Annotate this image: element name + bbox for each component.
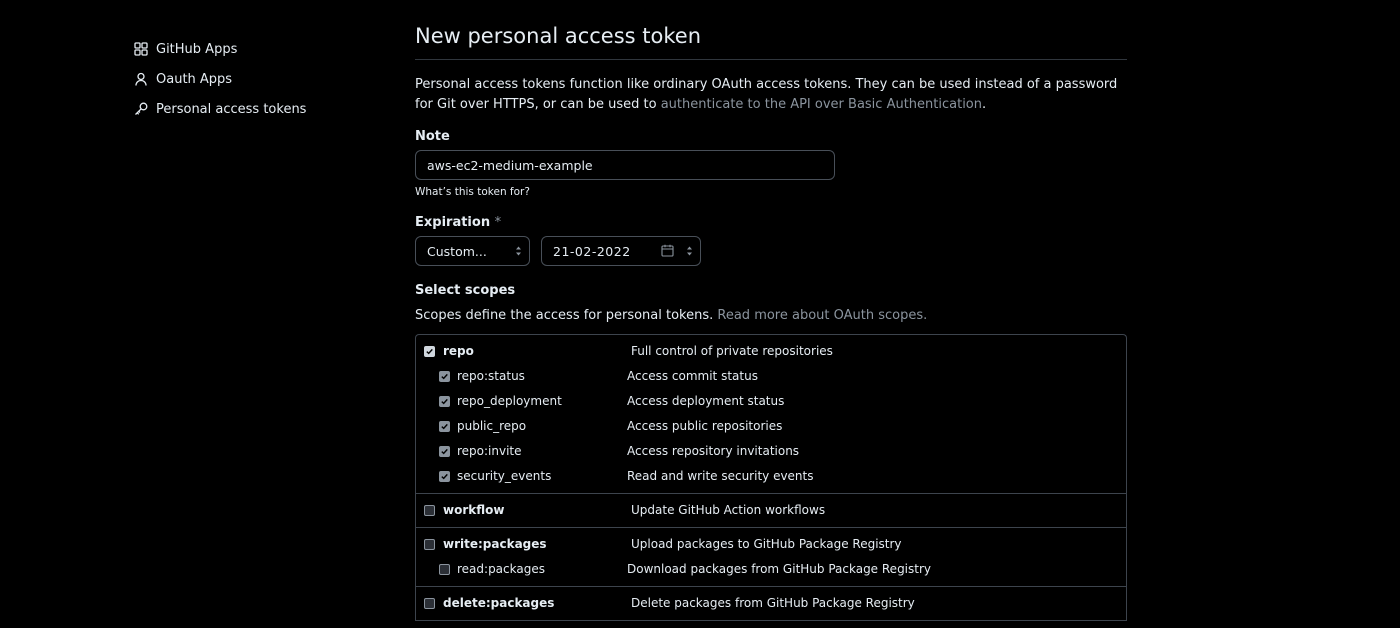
scope-description: Read and write security events <box>627 469 814 483</box>
sidebar-item-label: Personal access tokens <box>156 101 307 117</box>
expiration-select-value: Custom... <box>427 243 487 259</box>
scope-checkbox[interactable] <box>439 371 450 382</box>
expiration-row: Custom... 21-02-2022 <box>415 236 1127 266</box>
sidebar-item-label: GitHub Apps <box>156 41 238 57</box>
scopes-description: Scopes define the access for personal to… <box>415 308 1127 323</box>
scope-description: Access repository invitations <box>627 444 800 458</box>
scope-name: repo <box>443 344 474 358</box>
sidebar-item-oauth-apps[interactable]: Oauth Apps <box>134 64 374 94</box>
scope-description: Update GitHub Action workflows <box>631 503 826 517</box>
page: GitHub Apps Oauth Apps Personal access t… <box>0 0 1400 628</box>
sidebar-item-label: Oauth Apps <box>156 71 233 87</box>
scope-child-row: repo_deployment Access deployment status <box>416 389 1126 414</box>
scope-name: public_repo <box>457 419 527 433</box>
scope-description: Delete packages from GitHub Package Regi… <box>631 596 915 610</box>
scope-description: Download packages from GitHub Package Re… <box>627 562 932 576</box>
person-icon <box>134 72 148 86</box>
oauth-scopes-link[interactable]: Read more about OAuth scopes. <box>717 308 927 323</box>
expiration-date-value: 21-02-2022 <box>553 243 631 259</box>
main-content: New personal access token Personal acces… <box>415 24 1127 621</box>
scope-child-row: repo:invite Access repository invitations <box>416 439 1126 464</box>
scope-description: Full control of private repositories <box>631 344 833 358</box>
scope-description: Access deployment status <box>627 394 785 408</box>
note-hint: What’s this token for? <box>415 186 530 198</box>
note-input[interactable] <box>415 150 835 180</box>
scope-child-row: repo:status Access commit status <box>416 364 1126 389</box>
scope-name: security_events <box>457 469 552 483</box>
scope-checkbox[interactable] <box>439 421 450 432</box>
scope-row: repo Full control of private repositories <box>416 339 1126 364</box>
expiration-date-input[interactable]: 21-02-2022 <box>541 236 701 266</box>
key-icon <box>134 102 148 116</box>
scope-checkbox[interactable] <box>439 564 450 575</box>
scope-group: repo Full control of private repositories… <box>416 335 1126 494</box>
scope-row: delete:packages Delete packages from GitH… <box>416 591 1126 616</box>
scope-child-row: read:packages Download packages from GitH… <box>416 557 1126 582</box>
basic-auth-link[interactable]: authenticate to the API over Basic Authe… <box>661 97 982 112</box>
scope-table: repo Full control of private repositories… <box>415 334 1127 621</box>
scope-description: Access commit status <box>627 369 758 383</box>
scope-group: write:packages Upload packages to GitHub … <box>416 528 1126 587</box>
scopes-desc-text: Scopes define the access for personal to… <box>415 308 718 323</box>
apps-grid-icon <box>134 42 148 56</box>
scopes-label: Select scopes <box>415 283 516 298</box>
scope-description: Access public repositories <box>627 419 783 433</box>
scope-name: workflow <box>443 503 505 517</box>
scope-checkbox[interactable] <box>424 346 435 357</box>
sidebar-item-personal-access-tokens[interactable]: Personal access tokens <box>134 94 374 124</box>
scope-name: write:packages <box>443 537 547 551</box>
scope-name: repo:status <box>457 369 525 383</box>
sidebar: GitHub Apps Oauth Apps Personal access t… <box>134 34 374 124</box>
scope-row: workflow Update GitHub Action workflows <box>416 498 1126 523</box>
scope-checkbox[interactable] <box>424 539 435 550</box>
scope-name: repo_deployment <box>457 394 562 408</box>
intro-paragraph: Personal access tokens function like ord… <box>415 75 1127 115</box>
intro-text-end: . <box>982 97 987 112</box>
scope-name: delete:packages <box>443 596 555 610</box>
scope-checkbox[interactable] <box>424 598 435 609</box>
note-label: Note <box>415 129 450 144</box>
sidebar-item-github-apps[interactable]: GitHub Apps <box>134 34 374 64</box>
required-mark: * <box>494 215 502 230</box>
scope-checkbox[interactable] <box>439 471 450 482</box>
scope-group: workflow Update GitHub Action workflows <box>416 494 1126 528</box>
scope-description: Upload packages to GitHub Package Regist… <box>631 537 902 551</box>
select-arrows-icon <box>516 246 521 256</box>
scope-row: write:packages Upload packages to GitHub … <box>416 532 1126 557</box>
expiration-label-text: Expiration <box>415 215 491 230</box>
calendar-icon[interactable] <box>661 244 674 257</box>
scope-checkbox[interactable] <box>439 446 450 457</box>
scope-name: repo:invite <box>457 444 522 458</box>
expiration-label: Expiration * <box>415 215 1127 230</box>
scope-group: delete:packages Delete packages from GitH… <box>416 587 1126 621</box>
date-stepper-icon[interactable] <box>686 245 693 257</box>
scope-checkbox[interactable] <box>439 396 450 407</box>
scope-child-row: public_repo Access public repositories <box>416 414 1126 439</box>
scope-checkbox[interactable] <box>424 505 435 516</box>
expiration-select[interactable]: Custom... <box>415 236 530 266</box>
scope-child-row: security_events Read and write security e… <box>416 464 1126 489</box>
scope-name: read:packages <box>457 562 545 576</box>
page-title: New personal access token <box>415 24 1127 60</box>
